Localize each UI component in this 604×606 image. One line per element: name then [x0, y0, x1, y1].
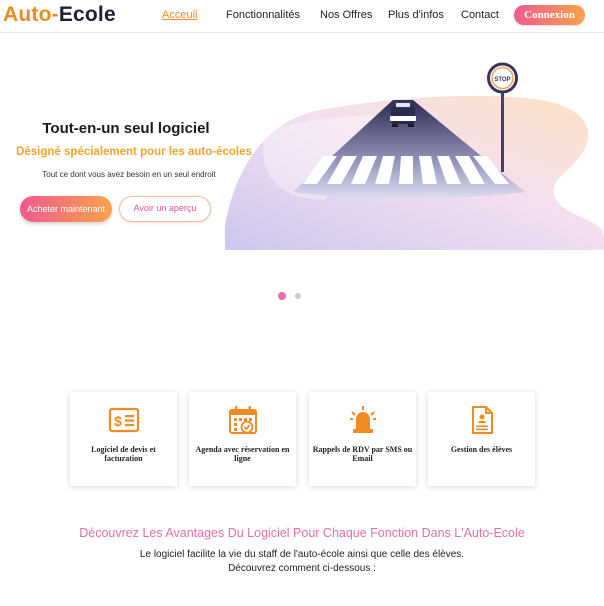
- feature-card-reminders[interactable]: Rappels de RDV par SMS ou Email: [309, 392, 416, 486]
- nav-link-contact[interactable]: Contact: [461, 9, 499, 21]
- advantages-line-2: Découvrez comment ci-dessous :: [228, 562, 376, 574]
- document-icon: [471, 406, 493, 434]
- carousel-dot-active[interactable]: [278, 292, 286, 300]
- site-logo[interactable]: Auto-Ecole: [3, 3, 116, 27]
- carousel-dot[interactable]: [295, 293, 301, 299]
- calendar-icon: [228, 406, 257, 434]
- hero-title: Tout-en-un seul logiciel: [42, 120, 210, 137]
- top-nav-bar: Auto-Ecole Acceuil Fonctionnalités Nos O…: [0, 0, 604, 33]
- feature-label: Rappels de RDV par SMS ou Email: [312, 445, 413, 464]
- feature-label: Agenda avec réservation en ligne: [195, 445, 290, 464]
- logo-text-part2: Ecole: [58, 3, 116, 26]
- nav-link-offers[interactable]: Nos Offres: [320, 9, 372, 21]
- feature-label: Gestion des élèves: [450, 445, 513, 454]
- alarm-icon: [349, 406, 376, 433]
- login-button[interactable]: Connexion: [514, 5, 585, 25]
- stop-sign-text: STOP: [494, 77, 510, 83]
- invoice-icon: $: [108, 407, 139, 433]
- feature-card-agenda[interactable]: Agenda avec réservation en ligne: [189, 392, 296, 486]
- preview-button[interactable]: Avoir un aperçu: [119, 196, 211, 222]
- buy-now-button[interactable]: Acheter maintenant: [20, 196, 112, 222]
- nav-link-features[interactable]: Fonctionnalités: [226, 9, 300, 21]
- svg-text:$: $: [114, 413, 122, 429]
- nav-link-more-info[interactable]: Plus d'infos: [388, 9, 444, 21]
- feature-card-invoicing[interactable]: $ Logiciel de devis et facturation: [70, 392, 177, 486]
- advantages-title: Découvrez Les Avantages Du Logiciel Pour…: [79, 526, 525, 540]
- hero-description: Tout ce dont vous avez besoin en un seul…: [42, 170, 216, 179]
- logo-text-part1: Auto-: [3, 3, 59, 26]
- feature-label: Logiciel de devis et facturation: [91, 445, 156, 464]
- advantages-line-1: Le logiciel facilite la vie du staff de …: [139, 549, 465, 560]
- feature-card-students[interactable]: Gestion des élèves: [428, 392, 535, 486]
- nav-link-home[interactable]: Acceuil: [162, 9, 197, 21]
- advantages-description: Le logiciel facilite la vie du staff de …: [0, 548, 604, 575]
- road-crossing-illustration: STOP: [225, 62, 604, 250]
